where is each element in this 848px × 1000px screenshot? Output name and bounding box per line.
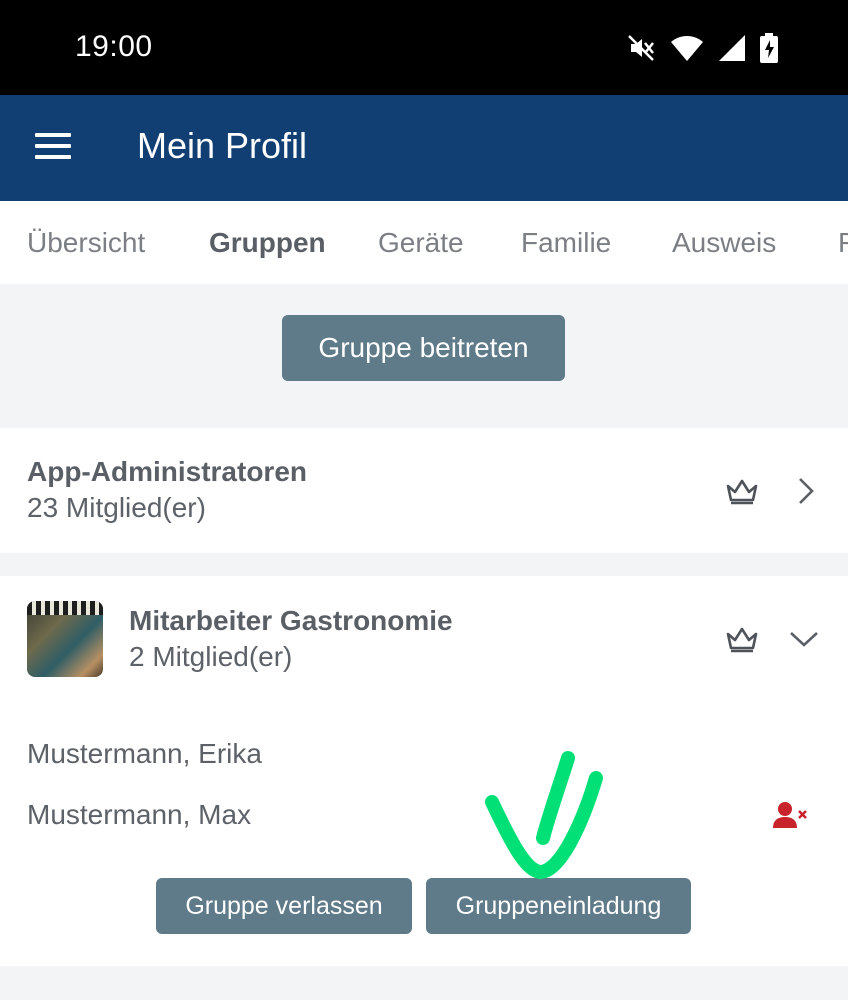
tab-next-partial[interactable]: F bbox=[838, 227, 848, 259]
status-time: 19:00 bbox=[75, 30, 153, 63]
chevron-down-icon[interactable] bbox=[788, 628, 820, 650]
tab-familie[interactable]: Familie bbox=[521, 227, 611, 259]
tab-ausweis[interactable]: Ausweis bbox=[672, 227, 776, 259]
crown-icon bbox=[726, 479, 758, 505]
group-member-count: 23 Mitglied(er) bbox=[27, 492, 206, 523]
member-item: Mustermann, Max bbox=[27, 799, 252, 830]
join-group-button[interactable]: Gruppe beitreten bbox=[282, 315, 565, 381]
chevron-right-icon[interactable] bbox=[795, 476, 817, 506]
status-bar: 19:00 bbox=[0, 0, 848, 95]
status-icons bbox=[626, 30, 778, 66]
checkmark-annotation-icon bbox=[485, 751, 603, 880]
group-card-app-administratoren[interactable] bbox=[0, 428, 848, 553]
mute-icon bbox=[628, 35, 654, 61]
group-name: Mitarbeiter Gastronomie bbox=[129, 605, 453, 636]
member-item: Mustermann, Erika bbox=[27, 738, 262, 769]
group-image bbox=[27, 601, 103, 677]
menu-icon[interactable] bbox=[35, 133, 71, 163]
group-member-count: 2 Mitglied(er) bbox=[129, 641, 293, 672]
tab-bar: Übersicht Gruppen Geräte Familie Ausweis… bbox=[0, 201, 848, 284]
tab-gruppen[interactable]: Gruppen bbox=[209, 227, 326, 259]
wifi-icon bbox=[671, 36, 703, 61]
crown-icon bbox=[726, 627, 758, 653]
leave-group-button[interactable]: Gruppe verlassen bbox=[156, 878, 412, 934]
app-bar: Mein Profil bbox=[0, 95, 848, 201]
group-name: App-Administratoren bbox=[27, 456, 307, 487]
page-title: Mein Profil bbox=[137, 125, 308, 166]
remove-user-icon[interactable] bbox=[772, 800, 810, 830]
signal-icon bbox=[719, 35, 745, 61]
tab-geraete[interactable]: Geräte bbox=[378, 227, 464, 259]
tab-uebersicht[interactable]: Übersicht bbox=[27, 227, 145, 259]
battery-charging-icon bbox=[760, 33, 778, 63]
